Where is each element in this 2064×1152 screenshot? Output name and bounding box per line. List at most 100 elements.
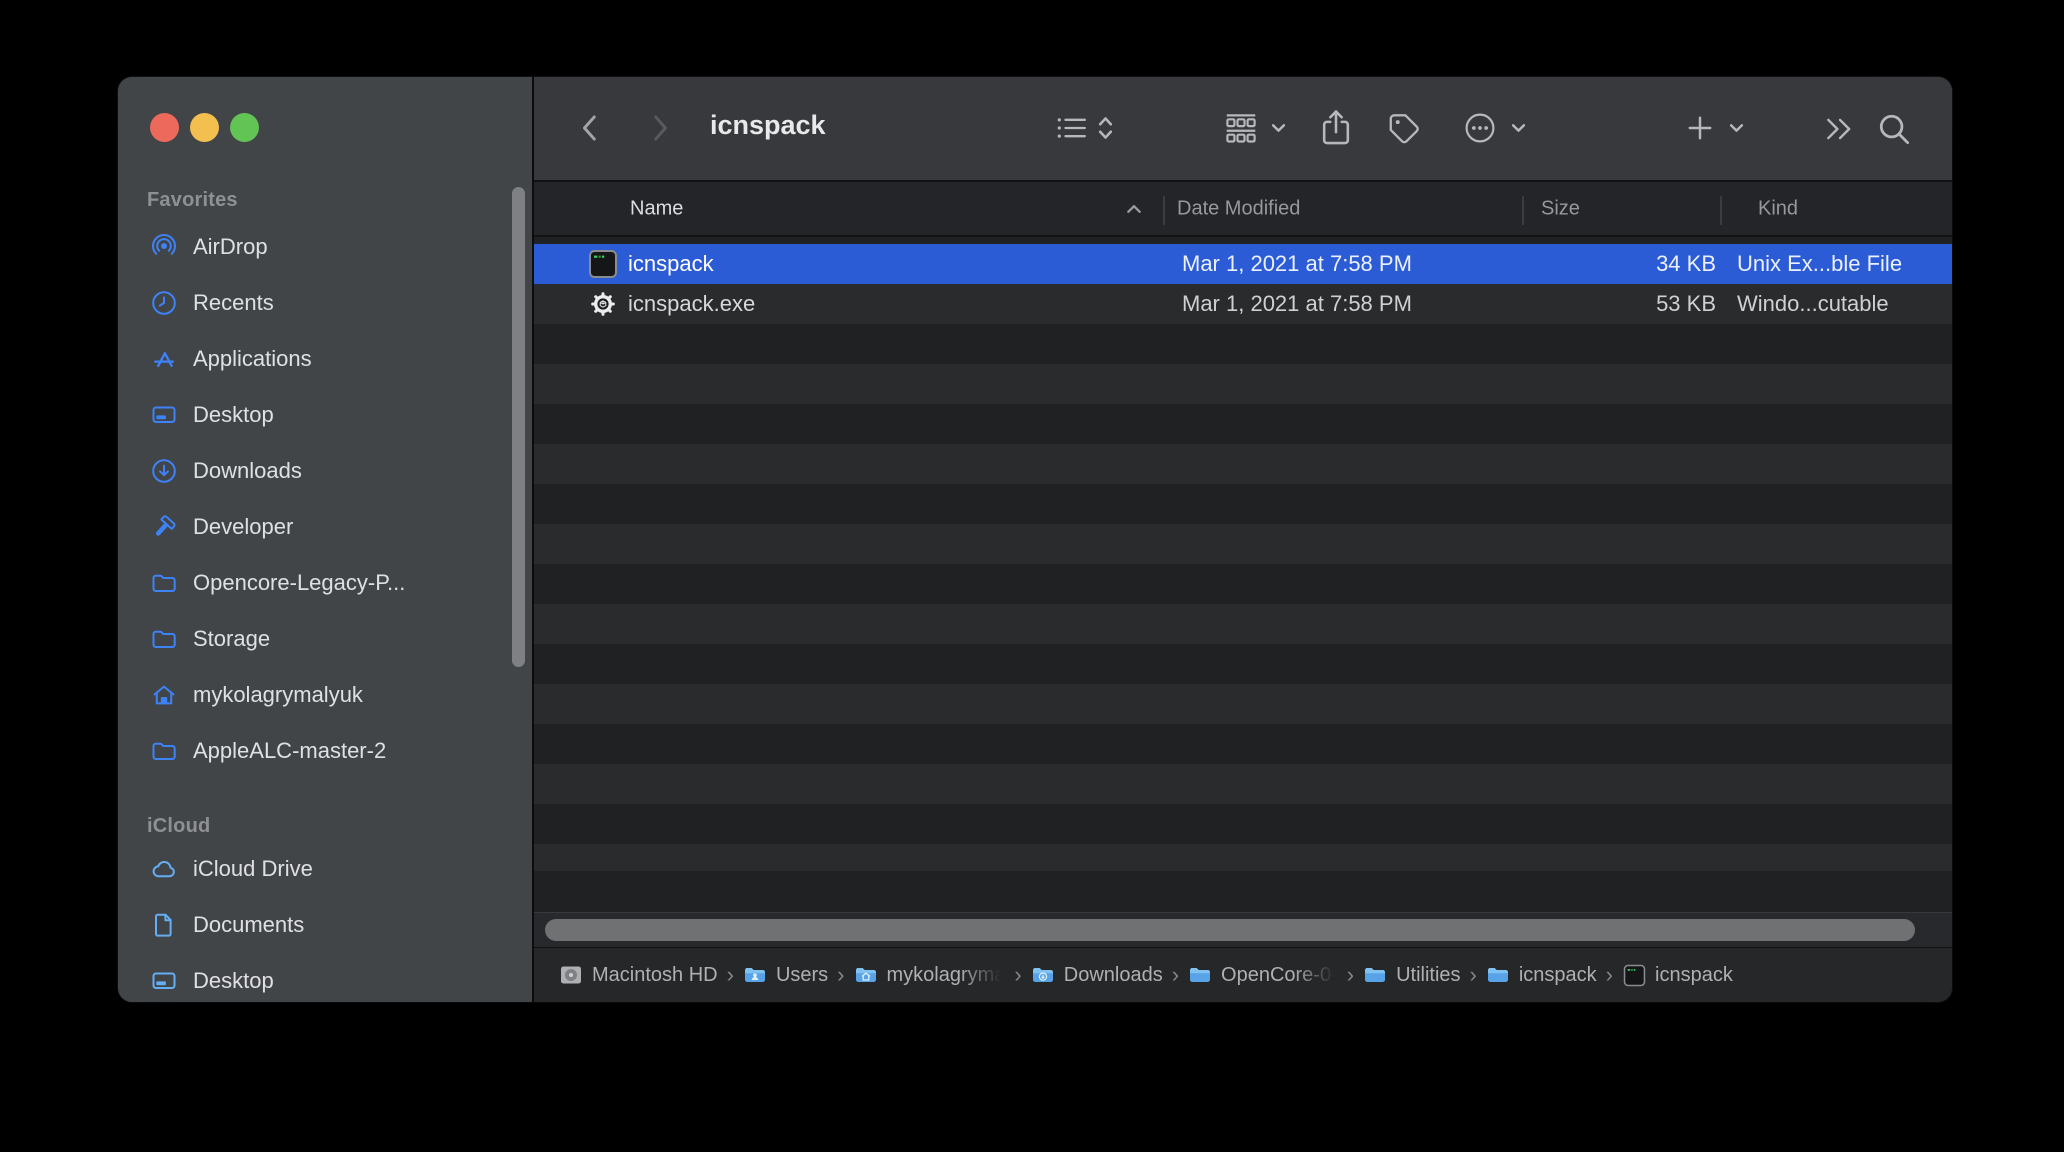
path-separator: ›	[1469, 962, 1477, 987]
sidebar-item-label: mykolagrymalyuk	[193, 682, 363, 707]
sidebar-item-applications[interactable]: Applications	[118, 331, 532, 387]
icloud-list: iCloud Drive Documents Desktop	[118, 841, 532, 1002]
sort-ascending-icon	[1126, 197, 1142, 220]
clock-icon	[150, 289, 178, 317]
sidebar-content: Favorites AirDrop Recents Applications D…	[118, 77, 532, 1002]
desktop-background: Favorites AirDrop Recents Applications D…	[0, 0, 2064, 1152]
sidebar-item-desktop-icloud[interactable]: Desktop	[118, 953, 532, 1002]
column-header-name[interactable]: Name	[630, 197, 683, 220]
folder-icon	[1363, 963, 1387, 987]
path-item-icnspack-file[interactable]: icnspack	[1622, 963, 1733, 987]
column-separator[interactable]	[1720, 196, 1722, 225]
sidebar-item-airdrop[interactable]: AirDrop	[118, 219, 532, 275]
path-item-icnspack-folder[interactable]: icnspack	[1486, 963, 1597, 987]
new-item-button[interactable]	[1686, 114, 1744, 142]
sidebar-item-documents[interactable]: Documents	[118, 897, 532, 953]
sidebar-item-home[interactable]: mykolagrymalyuk	[118, 667, 532, 723]
column-separator[interactable]	[1163, 196, 1165, 225]
path-item-label: mykolagryma	[886, 963, 1006, 986]
toolbar: icnspack	[534, 77, 1952, 180]
sidebar-item-label: Storage	[193, 626, 271, 651]
column-header-kind[interactable]: Kind	[1758, 197, 1798, 220]
sidebar-item-developer[interactable]: Developer	[118, 499, 532, 555]
finder-window: Favorites AirDrop Recents Applications D…	[118, 77, 1952, 1002]
desktop-icon	[150, 967, 178, 995]
sidebar-item-label: Applications	[193, 346, 312, 371]
column-separator[interactable]	[1522, 196, 1524, 225]
path-bar: Macintosh HD › Users › mykolagryma › Dow…	[534, 948, 1952, 1002]
chevron-down-icon	[1729, 124, 1744, 132]
path-item-label: Utilities	[1396, 963, 1461, 986]
horizontal-scrollbar-track[interactable]	[534, 912, 1952, 948]
path-item-opencore[interactable]: OpenCore-0-	[1188, 963, 1338, 987]
terminal-executable-icon	[1622, 963, 1646, 987]
empty-list-stripes	[534, 324, 1952, 871]
path-item-users[interactable]: Users	[743, 963, 828, 987]
sidebar-item-applealc[interactable]: AppleALC-master-2	[118, 723, 532, 779]
folder-icon	[150, 625, 178, 653]
content-area: icnspack Name Date Modified Size Kind ic…	[534, 77, 1952, 1002]
download-circle-icon	[150, 457, 178, 485]
double-chevron-right-icon	[1827, 118, 1851, 140]
sidebar-item-label: Developer	[193, 514, 294, 539]
path-item-user-home[interactable]: mykolagryma	[854, 963, 1006, 987]
sidebar-item-recents[interactable]: Recents	[118, 275, 532, 331]
sidebar-item-downloads[interactable]: Downloads	[118, 443, 532, 499]
sidebar-item-label: Documents	[193, 912, 305, 937]
document-icon	[150, 911, 178, 939]
sidebar-item-storage[interactable]: Storage	[118, 611, 532, 667]
terminal-executable-icon	[588, 249, 618, 279]
ellipsis-circle-icon	[1465, 113, 1495, 143]
sidebar-section-favorites-title: Favorites	[147, 189, 238, 211]
file-row-icnspack[interactable]: icnspack Mar 1, 2021 at 7:58 PM 34 KB Un…	[534, 244, 1952, 284]
sidebar-scrollbar[interactable]	[512, 187, 525, 667]
search-button[interactable]	[1876, 111, 1912, 147]
file-row-icnspack-exe[interactable]: icnspack.exe Mar 1, 2021 at 7:58 PM 53 K…	[534, 284, 1952, 324]
sidebar-item-opencore-legacy[interactable]: Opencore-Legacy-P...	[118, 555, 532, 611]
sidebar-item-icloud-drive[interactable]: iCloud Drive	[118, 841, 532, 897]
sidebar-item-label: Recents	[193, 290, 274, 315]
path-separator: ›	[1605, 962, 1613, 987]
file-date-modified: Mar 1, 2021 at 7:58 PM	[1182, 251, 1412, 276]
share-button[interactable]	[1318, 107, 1354, 147]
list-column-header: Name Date Modified Size Kind	[534, 180, 1952, 237]
sidebar-item-label: AppleALC-master-2	[193, 738, 387, 763]
airdrop-icon	[150, 233, 178, 261]
path-separator: ›	[1014, 962, 1022, 987]
search-icon	[1879, 114, 1910, 145]
path-separator: ›	[1171, 962, 1180, 987]
tag-button[interactable]	[1385, 110, 1423, 146]
path-item-label: icnspack	[1518, 963, 1597, 986]
forward-button[interactable]	[645, 112, 675, 144]
path-separator: ›	[1346, 962, 1355, 987]
desktop-icon	[150, 401, 178, 429]
view-list-button[interactable]	[1055, 113, 1114, 143]
path-item-label: icnspack	[1655, 963, 1733, 986]
sidebar-section-icloud-title: iCloud	[147, 815, 211, 837]
path-item-label: Downloads	[1063, 963, 1163, 986]
more-actions-button[interactable]	[1462, 111, 1526, 145]
back-button[interactable]	[575, 112, 605, 144]
file-name: icnspack.exe	[628, 291, 756, 316]
sidebar-item-label: iCloud Drive	[193, 856, 313, 881]
file-name: icnspack	[628, 251, 714, 276]
horizontal-scrollbar-thumb[interactable]	[545, 919, 1915, 941]
path-item-utilities[interactable]: Utilities	[1363, 963, 1461, 987]
folder-icon	[1188, 963, 1212, 987]
sidebar-item-label: Desktop	[193, 402, 274, 427]
hard-drive-icon	[559, 963, 583, 987]
column-header-date-modified[interactable]: Date Modified	[1177, 197, 1300, 220]
column-header-size[interactable]: Size	[1541, 197, 1580, 220]
path-item-macintosh-hd[interactable]: Macintosh HD	[559, 963, 718, 987]
folder-downloads-icon	[1031, 963, 1055, 987]
show-more-toolbar-button[interactable]	[1823, 115, 1855, 143]
sidebar-item-label: Desktop	[193, 968, 274, 993]
folder-home-icon	[854, 963, 878, 987]
path-item-downloads[interactable]: Downloads	[1031, 963, 1163, 987]
sidebar-item-desktop[interactable]: Desktop	[118, 387, 532, 443]
hammer-icon	[150, 513, 178, 541]
folder-users-icon	[743, 963, 767, 987]
chevron-down-icon	[1511, 124, 1526, 132]
group-by-button[interactable]	[1223, 111, 1286, 145]
path-separator: ›	[837, 962, 845, 987]
